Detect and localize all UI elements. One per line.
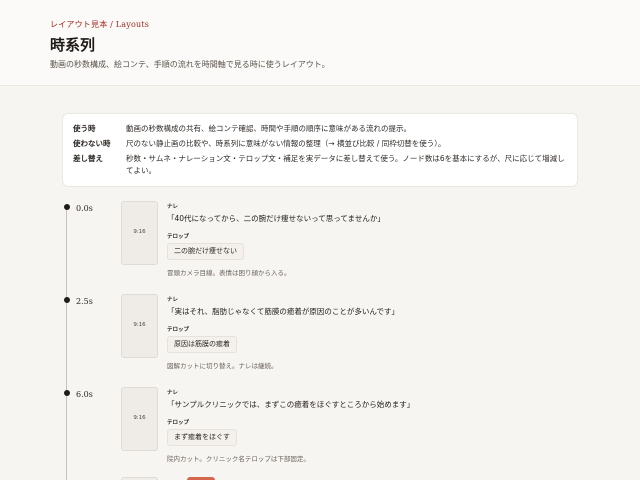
info-value: 動画の秒数構成の共有、絵コンテ確認、時間や手順の順序に意味がある流れの提示。: [126, 124, 411, 133]
telop-chip: 二の腕だけ痩せない: [167, 243, 244, 260]
narration-label: ナレ: [167, 390, 179, 396]
timeline-axis: [66, 206, 67, 480]
note-text: 図解カットに切り替え。ナレは継続。: [167, 362, 278, 370]
info-key: 使う時: [73, 124, 96, 133]
timeline-dot: [63, 297, 70, 303]
narration-label: ナレ: [167, 297, 179, 303]
timeline-time: 0.0s: [76, 204, 93, 213]
timeline-dot: [63, 390, 70, 396]
page-subtitle: 動画の秒数構成、絵コンテ、手順の流れを時間軸で見る時に使うレイアウト。: [50, 60, 330, 69]
note-text: 院内カット。クリニック名テロップは下部固定。: [167, 455, 310, 463]
page-title: 時系列: [50, 36, 96, 54]
timeline-time: 6.0s: [76, 390, 93, 399]
page-header: レイアウト見本 / Layouts 時系列 動画の秒数構成、絵コンテ、手順の流れ…: [0, 0, 640, 86]
usage-info-card: 使う時 動画の秒数構成の共有、絵コンテ確認、時間や手順の順序に意味がある流れの提…: [62, 113, 578, 187]
narration-text: 「実はそれ、脂肪じゃなくて筋膜の癒着が原因のことが多いんです」: [167, 307, 399, 316]
narration-label: ナレ: [167, 204, 179, 210]
thumbnail-placeholder: 9:16: [121, 387, 158, 451]
thumbnail-ratio: 9:16: [133, 322, 146, 328]
telop-label: テロップ: [167, 327, 190, 333]
timeline-dot: [63, 204, 70, 210]
narration-text: 「サンプルクリニックでは、まずこの癒着をほぐすところから始めます」: [167, 400, 415, 409]
info-key: 差し替え: [73, 154, 103, 163]
telop-label: テロップ: [167, 234, 190, 240]
telop-chip: 原因は筋膜の癒着: [167, 336, 237, 353]
breadcrumb[interactable]: レイアウト見本 / Layouts: [50, 19, 149, 30]
thumbnail-ratio: 9:16: [133, 229, 146, 235]
thumbnail-placeholder: 9:16: [121, 294, 158, 358]
thumbnail-ratio: 9:16: [133, 415, 146, 421]
telop-chip: まず癒着をほぐす: [167, 429, 237, 446]
timeline-time: 2.5s: [76, 297, 93, 306]
info-key: 使わない時: [73, 139, 111, 148]
telop-label: テロップ: [167, 420, 190, 426]
info-value: 尺のない静止画の比較や、時系列に意味がない情報の整理（→ 横並び比較 / 同枠切…: [126, 139, 446, 148]
narration-text: 「40代になってから、二の腕だけ痩せないって思ってませんか」: [167, 214, 385, 223]
thumbnail-placeholder: 9:16: [121, 201, 158, 265]
info-value: 秒数・サムネ・ナレーション文・テロップ文・補足を実データに差し替えて使う。ノード…: [126, 154, 565, 175]
note-text: 冒頭カメラ目線。表情は困り顔から入る。: [167, 269, 291, 277]
